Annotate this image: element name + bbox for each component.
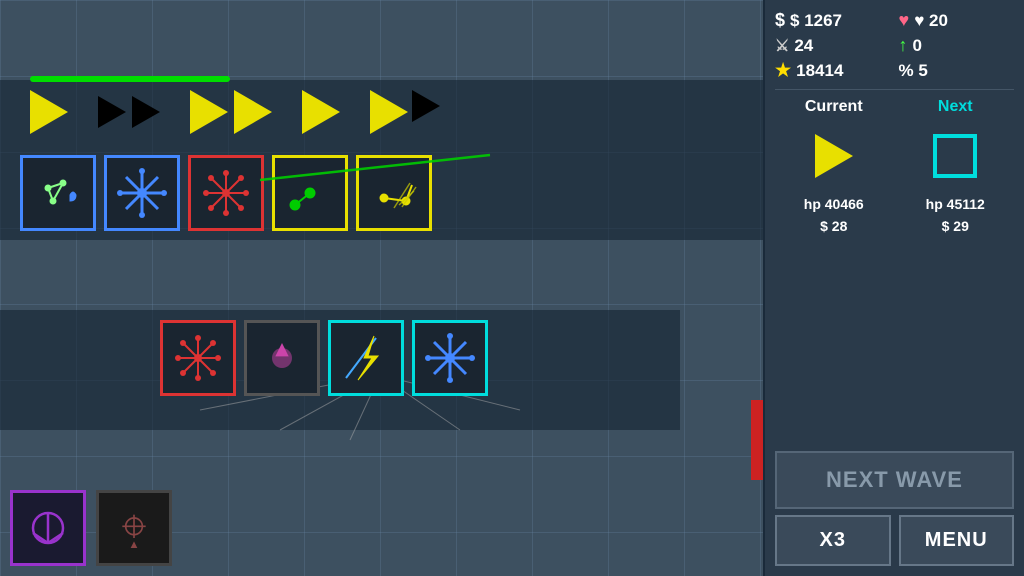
next-hp: hp 45112 [897,196,1015,212]
next-money: $ 29 [897,218,1015,234]
percent-stat: % 5 [899,60,1015,81]
sword-value: 24 [794,36,813,56]
bottom-buttons: X3 MENU [775,515,1014,566]
sword-stat: ⚔ 24 [775,35,891,56]
star-icon: ★ [775,60,791,81]
next-wave-button[interactable]: NEXT WAVE [775,451,1014,509]
next-enemy-square [933,134,977,178]
current-next-labels: Current Next [775,98,1014,116]
arrow-stat: ↑ 0 [899,35,1015,56]
current-money: $ 28 [775,218,893,234]
next-label: Next [897,98,1015,116]
tower-freeze-2[interactable] [412,320,488,396]
tower-empty-1[interactable] [244,320,320,396]
sword-icon: ⚔ [775,36,789,56]
enemy-previews [775,126,1014,186]
enemy-triangle-5b[interactable] [412,90,440,122]
enemy-triangle-2b[interactable] [132,96,160,128]
tower-targeting[interactable] [356,155,432,231]
health-stat: ♥ ♥ 20 [899,10,1015,31]
arrow-up-icon: ↑ [899,35,908,56]
right-panel: $ $ 1267 ♥ ♥ 20 ⚔ 24 ↑ 0 ★ 18414 % 5 Cur… [763,0,1024,576]
x3-button[interactable]: X3 [775,515,891,566]
tower-burst-red-2[interactable] [160,320,236,396]
star-stat: ★ 18414 [775,60,891,81]
enemy-triangle-5a[interactable] [370,90,408,134]
enemy-triangle-4[interactable] [302,90,340,134]
bottom-left-area [10,490,172,566]
heart-icon: ♥ [899,10,910,31]
arrow-value: 0 [913,36,922,56]
enemy-triangle-1[interactable] [30,90,68,134]
current-enemy-triangle [815,134,853,178]
enemy-triangle-3a[interactable] [190,90,228,134]
divider-1 [775,89,1014,90]
tower-row-top [20,155,432,231]
money-icon: $ [775,10,785,31]
money-value: $ 1267 [790,11,842,31]
star-value: 18414 [796,61,843,81]
menu-button[interactable]: MENU [899,515,1015,566]
current-label: Current [775,98,893,116]
tower-row-bottom [160,320,488,396]
damage-bar [751,400,763,480]
enemy-triangle-3b[interactable] [234,90,272,134]
enemy-row [30,90,440,134]
current-enemy-preview [775,126,893,186]
tower-green-dot[interactable] [272,155,348,231]
tower-lightning[interactable] [328,320,404,396]
enemy-triangle-2a[interactable] [98,96,126,128]
current-hp: hp 40466 [775,196,893,212]
enemy-money-stats: $ 28 $ 29 [775,218,1014,234]
tower-crosshair[interactable] [96,490,172,566]
stats-grid: $ $ 1267 ♥ ♥ 20 ⚔ 24 ↑ 0 ★ 18414 % 5 [775,10,1014,81]
money-stat: $ $ 1267 [775,10,891,31]
tower-freeze[interactable] [104,155,180,231]
next-enemy-preview [897,126,1015,186]
enemy-stats: hp 40466 hp 45112 [775,196,1014,212]
tower-special[interactable] [10,490,86,566]
progress-bar [30,76,230,82]
tower-burst-red[interactable] [188,155,264,231]
tower-water[interactable] [20,155,96,231]
health-value: ♥ 20 [914,11,948,31]
percent-value: % 5 [899,61,928,81]
spacer [775,240,1014,445]
game-area [0,0,763,576]
